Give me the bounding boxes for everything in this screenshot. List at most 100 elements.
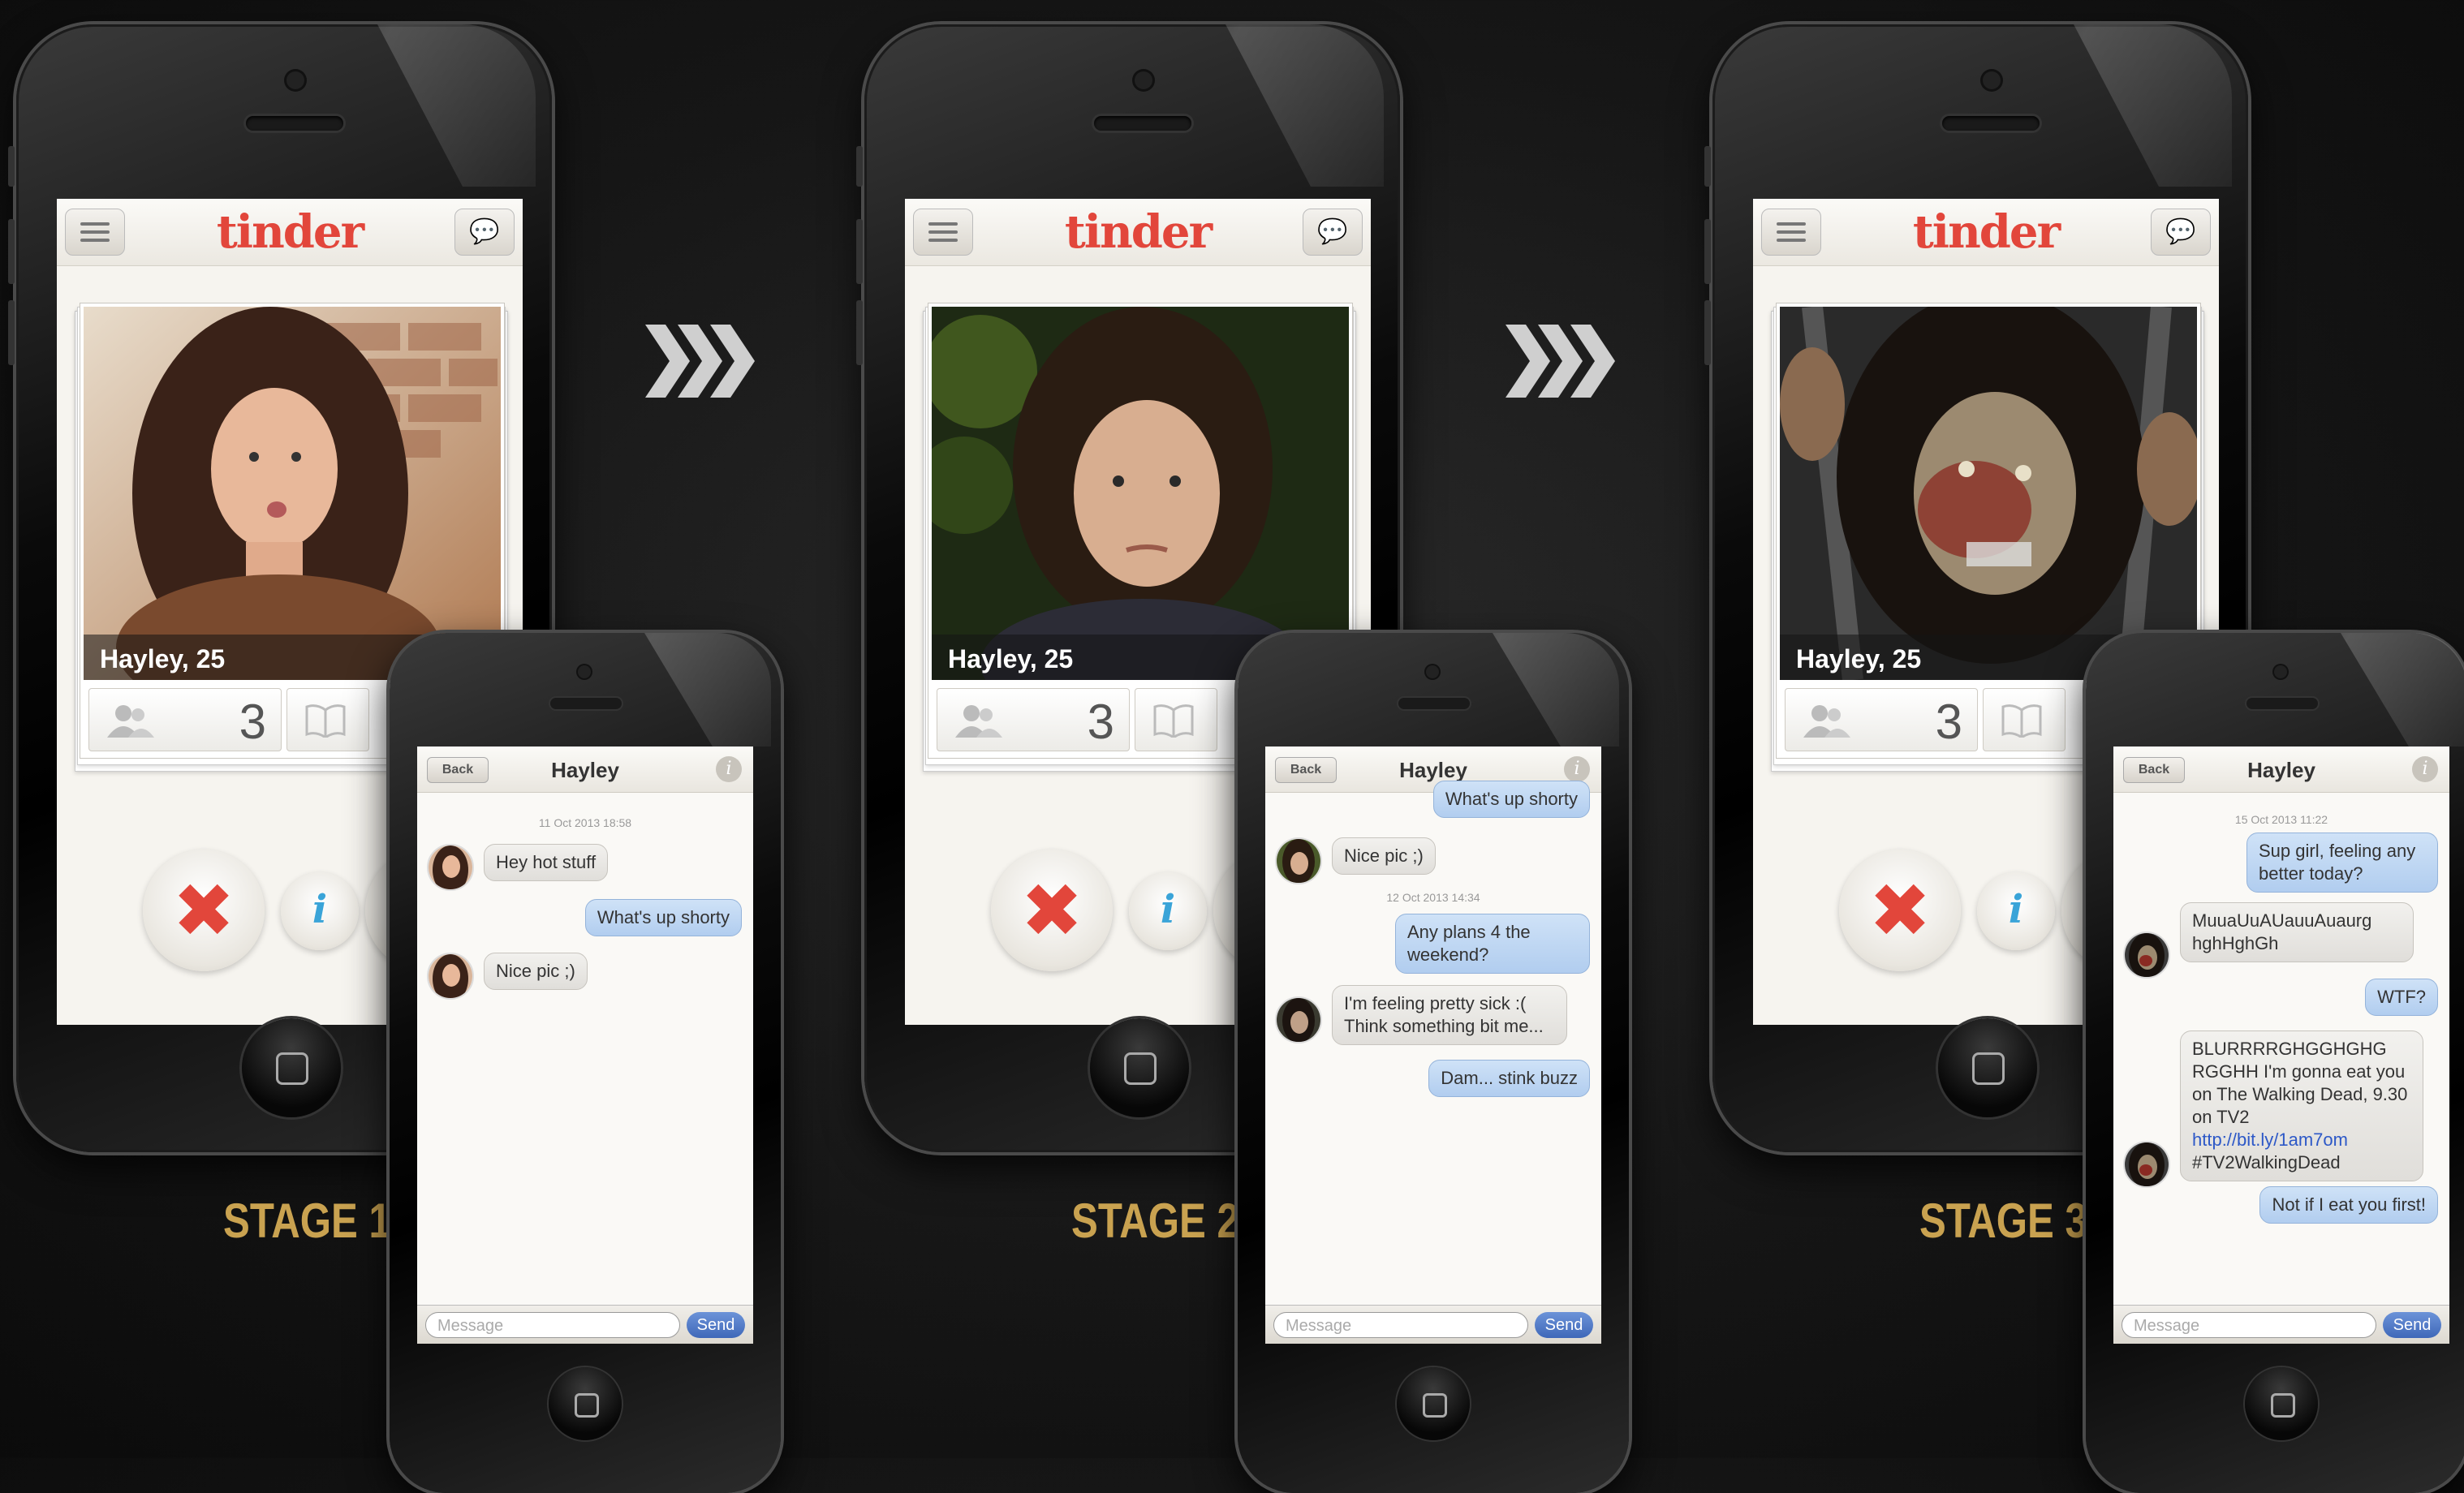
message-bubble-sent: What's up shorty: [1432, 781, 1590, 818]
friends-icon: [107, 705, 154, 738]
chat-header: Back Hayley i: [2113, 746, 2449, 793]
stage-1: tinder 💬 Hayley, 25 3 ✖ i STAGE 1 Back H…: [0, 0, 812, 1493]
info-icon[interactable]: i: [1564, 756, 1590, 782]
message-list: 15 Oct 2013 11:22 Sup girl, feeling any …: [2113, 792, 2449, 1295]
profile-name: Hayley, 25: [948, 644, 1074, 673]
profile-photo: [932, 307, 1349, 680]
home-button[interactable]: [2245, 1367, 2318, 1440]
interests[interactable]: [1135, 688, 1217, 751]
x-icon: ✖: [1868, 870, 1932, 953]
timestamp: 15 Oct 2013 11:22: [2234, 813, 2328, 826]
send-button[interactable]: Send: [687, 1312, 745, 1338]
message-bubble-received: BLURRRRGHGGHGHG RGGHH I'm gonna eat you …: [2180, 1030, 2423, 1181]
send-button[interactable]: Send: [1535, 1312, 1593, 1338]
speaker: [1398, 698, 1470, 709]
x-icon: ✖: [1020, 870, 1083, 953]
message-input[interactable]: Message: [425, 1312, 680, 1338]
message-bubble-sent: WTF?: [2365, 979, 2438, 1016]
chat-icon[interactable]: 💬: [454, 209, 515, 256]
x-icon: ✖: [172, 870, 235, 953]
chat-title: Hayley: [1399, 758, 1467, 782]
book-icon: [305, 704, 346, 738]
message-bubble-sent: Dam... stink buzz: [1428, 1060, 1590, 1097]
home-button[interactable]: [1938, 1018, 2037, 1117]
friends-count: 3: [1087, 695, 1114, 749]
info-icon: i: [312, 887, 328, 932]
camera: [1426, 665, 1439, 678]
camera: [578, 665, 591, 678]
send-button[interactable]: Send: [2383, 1312, 2441, 1338]
profile-name: Hayley, 25: [1796, 644, 1922, 673]
camera: [1983, 71, 2001, 89]
profile-photo: [84, 307, 501, 680]
speaker: [246, 116, 343, 131]
avatar: [1275, 996, 1322, 1043]
mutual-friends[interactable]: 3: [937, 688, 1130, 751]
home-button[interactable]: [1397, 1367, 1470, 1440]
home-button[interactable]: [1090, 1018, 1189, 1117]
friends-count: 3: [239, 695, 266, 749]
timestamp: 12 Oct 2013 14:34: [1386, 891, 1480, 904]
stage-label: STAGE 3: [1919, 1194, 2087, 1248]
stage-2: tinder 💬 Hayley, 25 3 ✖ i STAGE 2 Back H…: [848, 0, 1660, 1493]
message-bubble-received: I'm feeling pretty sick :( Think somethi…: [1332, 985, 1567, 1045]
friends-count: 3: [1935, 695, 1962, 749]
chat-screen: Back Hayley i 15 Oct 2013 11:22 Sup girl…: [2113, 746, 2449, 1344]
speaker: [1942, 116, 2040, 131]
message-bubble-received: Nice pic ;): [1332, 837, 1436, 875]
speaker: [1094, 116, 1191, 131]
mutual-friends[interactable]: 3: [88, 688, 282, 751]
tinder-logo: tinder: [1912, 205, 2061, 259]
chat-icon[interactable]: 💬: [1303, 209, 1363, 256]
tinder-logo: tinder: [216, 205, 364, 259]
chat-title: Hayley: [551, 758, 619, 782]
message-bubble-sent: Any plans 4 the weekend?: [1395, 914, 1590, 974]
avatar: [2123, 932, 2170, 979]
message-hashtag: #TV2WalkingDead: [2192, 1152, 2341, 1172]
stage-label: STAGE 1: [223, 1194, 391, 1248]
message-link[interactable]: http://bit.ly/1am7om: [2192, 1129, 2348, 1150]
message-input[interactable]: Message: [1273, 1312, 1528, 1338]
phone-small: Back Hayley i What's up shorty Nice pic …: [1238, 633, 1629, 1493]
info-icon[interactable]: i: [2412, 756, 2438, 782]
speaker: [2246, 698, 2318, 709]
message-bubble-received: Nice pic ;): [484, 953, 588, 990]
profile-name: Hayley, 25: [100, 644, 226, 673]
info-icon[interactable]: i: [716, 756, 742, 782]
interests[interactable]: [286, 688, 369, 751]
info-button[interactable]: i: [281, 872, 359, 950]
home-button[interactable]: [242, 1018, 341, 1117]
interests[interactable]: [1983, 688, 2066, 751]
nope-button[interactable]: ✖: [143, 850, 265, 971]
message-bubble-received: MuuaUuAUauuAuaurg hghHghGh: [2180, 902, 2414, 962]
message-list: What's up shorty Nice pic ;) 12 Oct 2013…: [1265, 781, 1601, 1295]
chat-icon[interactable]: 💬: [2151, 209, 2211, 256]
friends-icon: [1803, 705, 1850, 738]
book-icon: [1153, 704, 1194, 738]
message-input[interactable]: Message: [2122, 1312, 2376, 1338]
home-button[interactable]: [549, 1367, 622, 1440]
message-text: BLURRRRGHGGHGHG RGGHH I'm gonna eat you …: [2192, 1039, 2408, 1127]
friends-icon: [955, 705, 1002, 738]
profile-photo: [1780, 307, 2197, 680]
nope-button[interactable]: ✖: [1839, 850, 1961, 971]
chat-title: Hayley: [2247, 758, 2315, 782]
info-icon: i: [1160, 887, 1176, 932]
message-bubble-sent: Sup girl, feeling any better today?: [2246, 833, 2438, 893]
stage-label: STAGE 2: [1071, 1194, 1239, 1248]
info-icon: i: [2008, 887, 2024, 932]
tinder-navbar: tinder 💬: [57, 199, 523, 266]
arrow-icon: [645, 321, 759, 402]
camera: [2274, 665, 2287, 678]
message-composer: Message Send: [417, 1305, 753, 1344]
info-button[interactable]: i: [1977, 872, 2055, 950]
chat-header: Back Hayley i: [417, 746, 753, 793]
message-bubble-received: Hey hot stuff: [484, 844, 609, 881]
phone-small: Back Hayley i 15 Oct 2013 11:22 Sup girl…: [2086, 633, 2464, 1493]
nope-button[interactable]: ✖: [991, 850, 1113, 971]
info-button[interactable]: i: [1129, 872, 1207, 950]
mutual-friends[interactable]: 3: [1785, 688, 1978, 751]
message-list: 11 Oct 2013 18:58 Hey hot stuff What's u…: [417, 792, 753, 1295]
phone-small: Back Hayley i 11 Oct 2013 18:58 Hey hot …: [390, 633, 781, 1493]
message-composer: Message Send: [2113, 1305, 2449, 1344]
